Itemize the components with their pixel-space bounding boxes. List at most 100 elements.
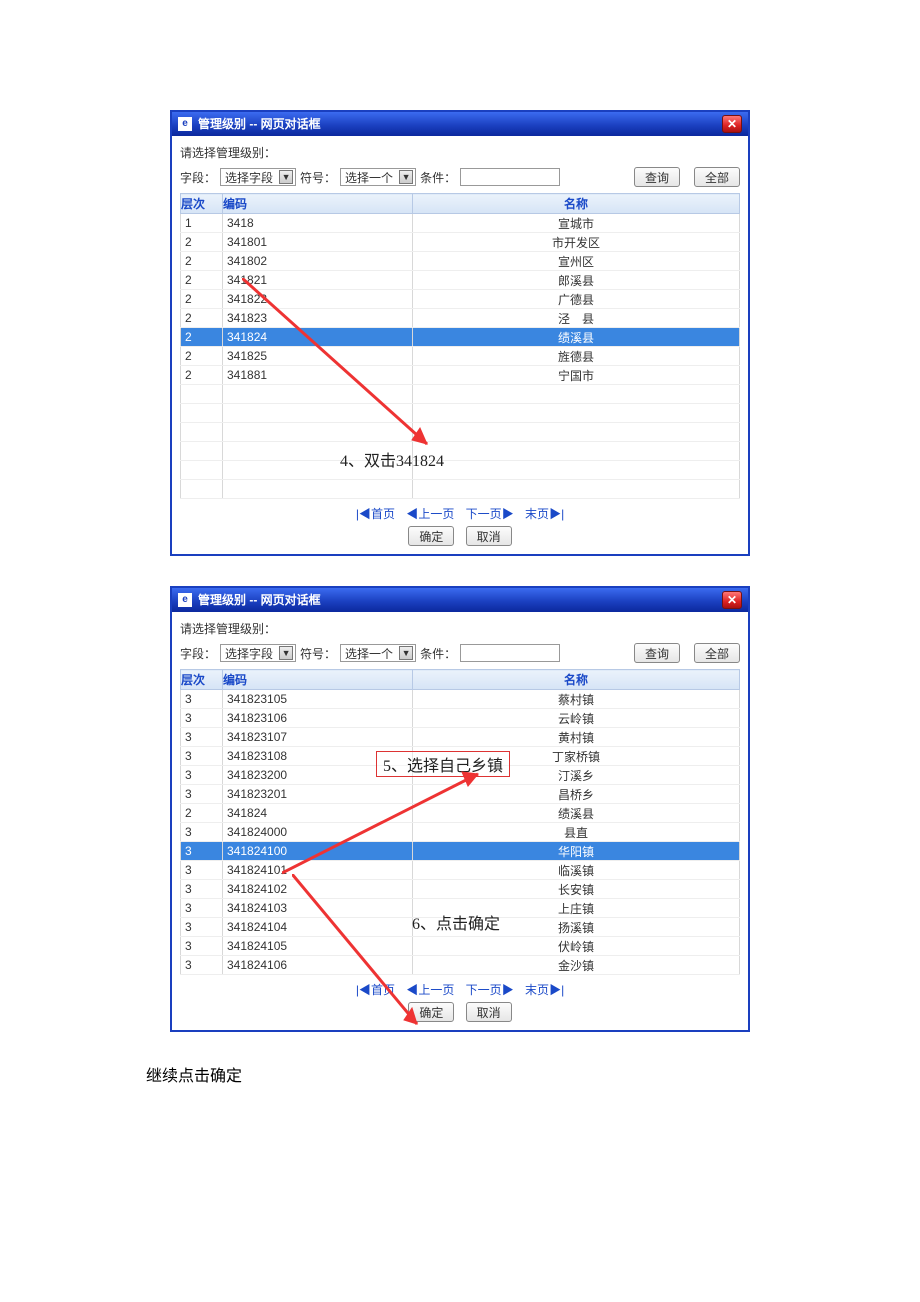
cell-code: 341821	[223, 271, 413, 290]
table-row[interactable]: 3341824106金沙镇	[181, 956, 740, 975]
table-row[interactable]	[181, 480, 740, 499]
table-row[interactable]	[181, 423, 740, 442]
cell-code: 341823201	[223, 785, 413, 804]
cell-level: 2	[181, 252, 223, 271]
ok-button[interactable]: 确定	[408, 526, 454, 546]
table-row[interactable]	[181, 442, 740, 461]
table-row[interactable]: 3341823106云岭镇	[181, 709, 740, 728]
table-row[interactable]: 2341802宣州区	[181, 252, 740, 271]
cell-level	[181, 385, 223, 404]
cell-name	[413, 461, 740, 480]
search-button[interactable]: 查询	[634, 167, 680, 187]
col-header-level[interactable]: 层次	[181, 194, 223, 214]
col-header-name[interactable]: 名称	[413, 670, 740, 690]
cell-level: 2	[181, 328, 223, 347]
table-row[interactable]: 3341824000县直	[181, 823, 740, 842]
cell-code: 341802	[223, 252, 413, 271]
cell-level: 3	[181, 918, 223, 937]
cell-name	[413, 480, 740, 499]
cell-code: 341824106	[223, 956, 413, 975]
chevron-down-icon: ▼	[399, 170, 413, 184]
pager-last[interactable]: 末页▶|	[525, 507, 564, 521]
pager-prev[interactable]: ◀上一页	[406, 507, 454, 521]
cancel-button[interactable]: 取消	[466, 526, 512, 546]
cell-level: 3	[181, 766, 223, 785]
pager-first[interactable]: |◀首页	[356, 507, 395, 521]
filter-row: 字段： 选择字段 ▼ 符号： 选择一个 ▼ 条件： 查询 全部	[180, 643, 740, 663]
table-row[interactable]: 3341824101临溪镇	[181, 861, 740, 880]
pager-next[interactable]: 下一页▶	[466, 983, 514, 997]
operator-select[interactable]: 选择一个 ▼	[340, 644, 416, 662]
condition-input[interactable]	[460, 644, 560, 662]
all-button[interactable]: 全部	[694, 643, 740, 663]
ok-button[interactable]: 确定	[408, 1002, 454, 1022]
table-row[interactable]: 3341823201昌桥乡	[181, 785, 740, 804]
table-row[interactable]: 2341821郎溪县	[181, 271, 740, 290]
cell-code	[223, 404, 413, 423]
col-header-name[interactable]: 名称	[413, 194, 740, 214]
operator-select-value: 选择一个	[345, 645, 393, 662]
cell-level: 1	[181, 214, 223, 233]
cancel-button[interactable]: 取消	[466, 1002, 512, 1022]
field-label: 字段：	[180, 645, 216, 662]
table-row[interactable]: 2341881宁国市	[181, 366, 740, 385]
col-header-code[interactable]: 编码	[223, 670, 413, 690]
table-row[interactable]: 3341824100华阳镇	[181, 842, 740, 861]
cell-level: 3	[181, 709, 223, 728]
chevron-down-icon: ▼	[399, 646, 413, 660]
cell-level: 3	[181, 937, 223, 956]
table-row[interactable]	[181, 404, 740, 423]
operator-select-value: 选择一个	[345, 169, 393, 186]
cell-name: 宣城市	[413, 214, 740, 233]
close-button[interactable]: ✕	[722, 115, 742, 133]
field-select[interactable]: 选择字段 ▼	[220, 168, 296, 186]
table-row[interactable]: 3341823105蔡村镇	[181, 690, 740, 709]
titlebar: e 管理级别 -- 网页对话框 ✕	[172, 588, 748, 612]
col-header-level[interactable]: 层次	[181, 670, 223, 690]
table-row[interactable]: 2341823泾 县	[181, 309, 740, 328]
cell-name: 蔡村镇	[413, 690, 740, 709]
condition-label: 条件：	[420, 169, 456, 186]
table-header-row: 层次 编码 名称	[181, 670, 740, 690]
pager-last[interactable]: 末页▶|	[525, 983, 564, 997]
cell-level: 3	[181, 823, 223, 842]
cell-code: 341823106	[223, 709, 413, 728]
table-row[interactable]: 2341801市开发区	[181, 233, 740, 252]
cell-name: 绩溪县	[413, 328, 740, 347]
table-row[interactable]: 2341825旌德县	[181, 347, 740, 366]
cell-code: 341824	[223, 804, 413, 823]
pager-prev[interactable]: ◀上一页	[406, 983, 454, 997]
cell-level: 3	[181, 728, 223, 747]
cell-code: 341825	[223, 347, 413, 366]
table-row[interactable]	[181, 385, 740, 404]
close-button[interactable]: ✕	[722, 591, 742, 609]
operator-label: 符号：	[300, 169, 336, 186]
table-row[interactable]: 2341822广德县	[181, 290, 740, 309]
cell-name	[413, 423, 740, 442]
field-select[interactable]: 选择字段 ▼	[220, 644, 296, 662]
table-row[interactable]: 2341824绩溪县	[181, 328, 740, 347]
search-button[interactable]: 查询	[634, 643, 680, 663]
cell-name: 广德县	[413, 290, 740, 309]
pager-first[interactable]: |◀首页	[356, 983, 395, 997]
pager-next[interactable]: 下一页▶	[466, 507, 514, 521]
condition-input[interactable]	[460, 168, 560, 186]
table-row[interactable]: 3341824105伏岭镇	[181, 937, 740, 956]
cell-name	[413, 404, 740, 423]
chevron-down-icon: ▼	[279, 646, 293, 660]
table-row[interactable]: 3341824102长安镇	[181, 880, 740, 899]
cell-code: 341801	[223, 233, 413, 252]
cell-code: 341823107	[223, 728, 413, 747]
all-button[interactable]: 全部	[694, 167, 740, 187]
operator-select[interactable]: 选择一个 ▼	[340, 168, 416, 186]
col-header-code[interactable]: 编码	[223, 194, 413, 214]
titlebar: e 管理级别 -- 网页对话框 ✕	[172, 112, 748, 136]
cell-code: 341824000	[223, 823, 413, 842]
cell-code: 341823105	[223, 690, 413, 709]
table-row[interactable]	[181, 461, 740, 480]
table-row[interactable]: 3341823107黄村镇	[181, 728, 740, 747]
data-table: 层次 编码 名称 13418宣城市2341801市开发区2341802宣州区23…	[180, 193, 740, 499]
cell-level: 3	[181, 747, 223, 766]
table-row[interactable]: 13418宣城市	[181, 214, 740, 233]
table-row[interactable]: 2341824绩溪县	[181, 804, 740, 823]
